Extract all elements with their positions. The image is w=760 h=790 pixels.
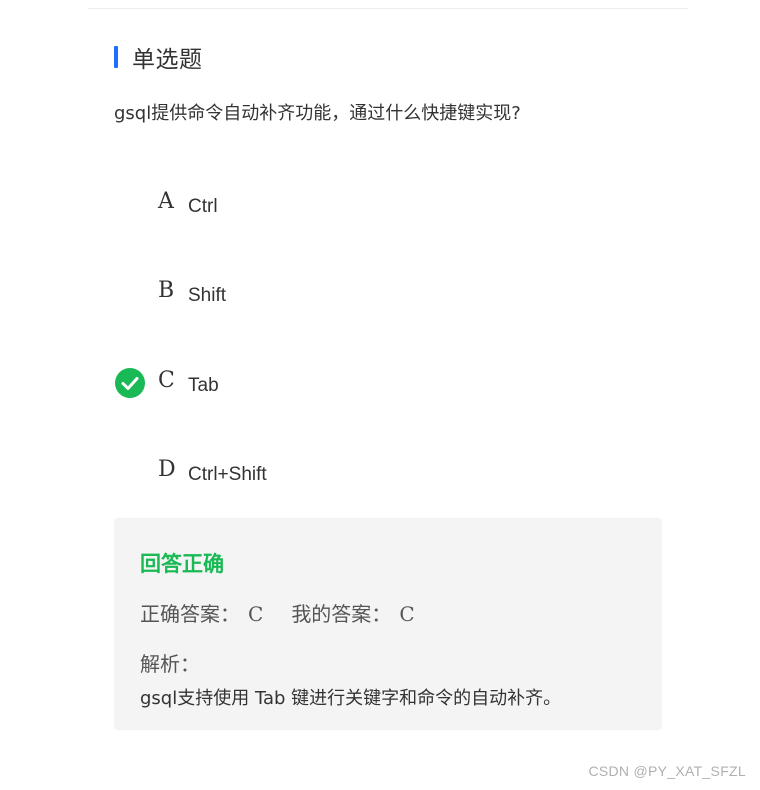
option-d[interactable]: D Ctrl+Shift [114, 456, 634, 488]
result-status: 回答正确 [140, 552, 224, 576]
correct-answer-value: C [248, 602, 264, 626]
quiz-page: 单选题 gsql提供命令自动补齐功能，通过什么快捷键实现? A Ctrl B S… [0, 0, 760, 790]
analysis-label: 解析： [140, 652, 200, 676]
section-title: 单选题 [132, 47, 203, 73]
my-answer-label: 我的答案： [291, 602, 392, 626]
check-circle-icon [114, 367, 146, 399]
section-header: 单选题 [114, 42, 203, 73]
option-c-letter: C [158, 367, 175, 393]
option-b-text: Shift [188, 285, 227, 306]
watermark: CSDN @PY_XAT_SFZL [588, 763, 746, 779]
answer-row: 正确答案： C 我的答案： C [140, 598, 415, 627]
analysis-text: gsql支持使用 Tab 键进行关键字和命令的自动补齐。 [140, 688, 562, 709]
option-c-text: Tab [188, 375, 219, 396]
top-divider [88, 8, 688, 9]
option-c[interactable]: C Tab [114, 367, 634, 399]
option-a-letter: A [158, 188, 174, 214]
option-a-text: Ctrl [188, 196, 218, 217]
my-answer-value: C [399, 602, 415, 626]
correct-answer-label: 正确答案： [140, 602, 240, 626]
option-a[interactable]: A Ctrl [114, 188, 634, 220]
section-accent-bar [114, 46, 118, 68]
option-b-letter: B [158, 277, 175, 303]
question-text: gsql提供命令自动补齐功能，通过什么快捷键实现? [114, 103, 521, 124]
option-d-letter: D [158, 456, 176, 482]
result-panel: 回答正确 正确答案： C 我的答案： C 解析： gsql支持使用 Tab 键进… [114, 518, 662, 730]
option-d-text: Ctrl+Shift [188, 464, 267, 485]
option-b[interactable]: B Shift [114, 277, 634, 309]
